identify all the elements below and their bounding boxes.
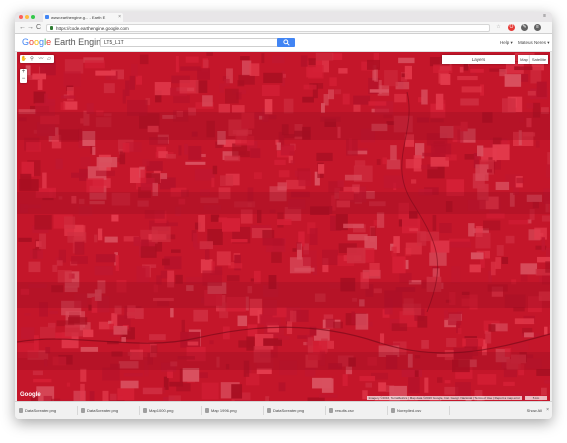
maximize-window-button[interactable] xyxy=(31,15,35,19)
window-menu-icon[interactable]: ≡ xyxy=(543,13,546,19)
menu-icon[interactable]: ≡ xyxy=(534,24,541,31)
tab-title: www.earthengine.g... - Earth E xyxy=(51,15,106,20)
search-value: LT5_L1T xyxy=(104,40,124,46)
browser-tab[interactable]: www.earthengine.g... - Earth E × xyxy=(43,13,123,22)
download-item[interactable]: DataScreater.png xyxy=(80,406,140,415)
logo-letter: e xyxy=(46,37,52,47)
downloads-bar: DataScreater.png DataScreater.png Map1000.… xyxy=(15,401,552,419)
close-window-button[interactable] xyxy=(19,15,23,19)
map-canvas[interactable]: ✋ ⚲ 〰 ▱ + − Layers Map Satellite Google … xyxy=(17,52,550,401)
file-icon xyxy=(329,408,333,413)
download-item[interactable]: Map 1996.png xyxy=(204,406,264,415)
product-name: Earth Engine xyxy=(54,37,107,47)
download-item[interactable]: results.csv xyxy=(328,406,388,415)
earth-engine-favicon-icon xyxy=(45,15,49,19)
map-attribution: Imagery ©2016, TerraMetrics | Map data ©… xyxy=(366,396,522,400)
point-marker-icon[interactable]: ⚲ xyxy=(28,55,36,63)
line-tool-icon[interactable]: 〰 xyxy=(37,55,45,63)
browser-window: www.earthengine.g... - Earth E × ≡ ← → C… xyxy=(15,12,552,419)
search-input[interactable]: LT5_L1T xyxy=(100,38,280,47)
close-downloads-icon[interactable]: × xyxy=(546,406,549,415)
download-item[interactable]: DataScreater.png xyxy=(266,406,326,415)
download-item[interactable]: Map1000.png xyxy=(142,406,202,415)
download-filename: DataScreater.png xyxy=(273,408,305,413)
download-item[interactable]: DataScreater.png xyxy=(18,406,78,415)
address-bar[interactable]: https://code.earthengine.google.com xyxy=(46,24,490,32)
file-icon xyxy=(391,408,395,413)
search-button[interactable] xyxy=(277,38,295,47)
download-filename: DataScreater.png xyxy=(25,408,57,413)
download-filename: Noreplied.csv xyxy=(397,408,422,413)
layers-button[interactable]: Layers xyxy=(442,55,515,64)
extension-icon[interactable]: ✎ xyxy=(521,24,528,31)
pan-hand-icon[interactable]: ✋ xyxy=(20,55,28,63)
title-bar: www.earthengine.g... - Earth E × ≡ xyxy=(15,12,552,22)
satellite-imagery xyxy=(17,52,550,401)
show-all-downloads-button[interactable]: Show All xyxy=(527,406,542,415)
back-button[interactable]: ← xyxy=(19,23,26,32)
google-watermark: Google xyxy=(20,392,41,398)
search-icon xyxy=(283,39,290,46)
download-filename: results.csv xyxy=(335,408,354,413)
logo-letter: G xyxy=(22,37,30,47)
tab-close-icon[interactable]: × xyxy=(118,13,121,22)
browser-toolbar: ← → C https://code.earthengine.google.co… xyxy=(15,22,552,34)
zoom-control: + − xyxy=(20,69,27,83)
download-filename: DataScreater.png xyxy=(87,408,119,413)
file-icon xyxy=(19,408,23,413)
zoom-in-button[interactable]: + xyxy=(20,69,27,76)
map-view-button[interactable]: Map xyxy=(518,55,530,64)
opera-icon[interactable]: O xyxy=(508,24,515,31)
download-item[interactable]: Noreplied.csv xyxy=(390,406,450,415)
star-icon[interactable]: ☆ xyxy=(495,24,502,31)
file-icon xyxy=(143,408,147,413)
drawing-tools: ✋ ⚲ 〰 ▱ xyxy=(20,55,54,63)
google-earth-engine-logo: Google Earth Engine xyxy=(22,37,106,48)
download-filename: Map1000.png xyxy=(149,408,174,413)
satellite-view-button[interactable]: Satellite xyxy=(530,55,548,64)
user-menu[interactable]: Mateus Neres ▾ xyxy=(518,40,550,46)
app-header: Google Earth Engine LT5_L1T Help ▾ Mateus… xyxy=(15,34,552,52)
minimize-window-button[interactable] xyxy=(25,15,29,19)
reload-button[interactable]: C xyxy=(36,23,41,32)
help-menu[interactable]: Help ▾ xyxy=(500,40,513,46)
zoom-out-button[interactable]: − xyxy=(20,76,27,83)
forward-button[interactable]: → xyxy=(27,23,34,32)
file-icon xyxy=(81,408,85,413)
polygon-tool-icon[interactable]: ▱ xyxy=(45,55,53,63)
scale-bar: 5 km xyxy=(525,396,547,400)
download-filename: Map 1996.png xyxy=(211,408,237,413)
address-text: https://code.earthengine.google.com xyxy=(56,26,129,31)
lock-icon xyxy=(50,26,53,30)
file-icon xyxy=(205,408,209,413)
file-icon xyxy=(267,408,271,413)
